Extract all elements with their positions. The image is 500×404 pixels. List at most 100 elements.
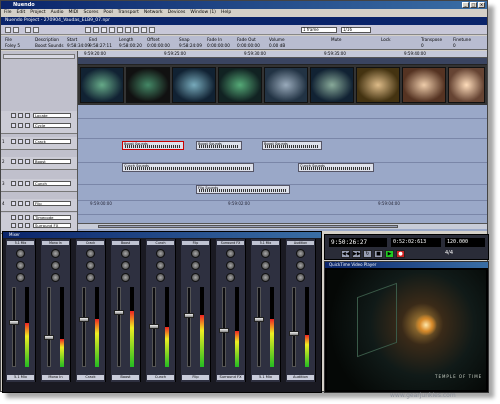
menu-item[interactable]: Project <box>30 9 45 17</box>
fader-cap[interactable] <box>219 328 229 333</box>
fader-cap[interactable] <box>114 310 124 315</box>
play-button[interactable]: ▶ <box>385 250 394 258</box>
forward-button[interactable]: ▶▶ <box>352 250 361 258</box>
track-header[interactable]: Cycle <box>1 121 77 134</box>
audio-clip[interactable]: Flip Sounds <box>196 185 290 194</box>
pan-knob[interactable] <box>191 249 200 258</box>
volume-fader[interactable] <box>184 287 194 367</box>
audio-clip[interactable]: Boost Sounds <box>262 141 322 150</box>
volume-fader[interactable] <box>9 287 19 367</box>
show-infoline-button[interactable] <box>33 27 39 33</box>
solo-button[interactable] <box>18 201 23 206</box>
horizontal-scrollbar[interactable] <box>78 223 487 229</box>
play-tool-icon[interactable] <box>149 27 155 33</box>
pan-knob[interactable] <box>261 261 270 270</box>
mute-button[interactable] <box>11 123 16 128</box>
fader-cap[interactable] <box>149 324 159 329</box>
mute-button[interactable] <box>11 215 16 220</box>
menu-item[interactable]: File <box>4 9 12 17</box>
cycle-button[interactable]: ↻ <box>363 250 372 258</box>
volume-fader[interactable] <box>254 287 264 367</box>
track-name[interactable]: Boost <box>33 159 71 164</box>
pan-knob[interactable] <box>121 273 130 282</box>
pan-knob[interactable] <box>16 273 25 282</box>
minimize-button[interactable]: _ <box>462 2 469 8</box>
video-thumbnail-track[interactable] <box>78 65 487 105</box>
channel-input-select[interactable]: Crack <box>77 241 104 245</box>
track-name[interactable]: Crack <box>33 139 71 144</box>
pan-knob[interactable] <box>51 273 60 282</box>
menu-item[interactable]: Devices <box>168 9 186 17</box>
infoline-value[interactable]: 0:00:00:00 <box>207 43 230 48</box>
record-button[interactable] <box>25 181 30 186</box>
constrain-button[interactable] <box>13 27 19 33</box>
pan-knob[interactable] <box>296 249 305 258</box>
pan-knob[interactable] <box>86 261 95 270</box>
channel-name[interactable]: 5.1 Mix <box>7 375 34 380</box>
track-header[interactable]: 2 Boost <box>1 157 77 170</box>
pan-knob[interactable] <box>156 273 165 282</box>
channel-input-select[interactable]: 5.1 Mix <box>7 241 34 245</box>
pan-knob[interactable] <box>261 273 270 282</box>
menu-item[interactable]: Scores <box>83 9 98 17</box>
fader-cap[interactable] <box>289 331 299 336</box>
mute-button[interactable] <box>11 113 16 118</box>
channel-name[interactable]: Surround FX <box>217 375 244 380</box>
pan-knob[interactable] <box>51 249 60 258</box>
menu-item[interactable]: Audio <box>51 9 64 17</box>
grid-select[interactable]: 1 frame <box>301 27 337 33</box>
pan-knob[interactable] <box>51 261 60 270</box>
rewind-button[interactable]: ◀◀ <box>341 250 350 258</box>
pan-knob[interactable] <box>261 249 270 258</box>
channel-input-select[interactable]: Mono In <box>42 241 69 245</box>
pan-knob[interactable] <box>121 261 130 270</box>
channel-name[interactable]: Audition <box>287 375 314 380</box>
infoline-value[interactable]: 9:58:24:09 <box>179 43 202 48</box>
channel-name[interactable]: Flip <box>182 375 209 380</box>
infoline-value[interactable]: 0.00 dB <box>269 43 285 48</box>
fader-cap[interactable] <box>184 313 194 318</box>
mute-button[interactable] <box>11 181 16 186</box>
pan-knob[interactable] <box>156 249 165 258</box>
pan-knob[interactable] <box>226 273 235 282</box>
scrollbar-thumb[interactable] <box>98 225 398 228</box>
solo-button[interactable] <box>18 139 23 144</box>
pan-knob[interactable] <box>86 273 95 282</box>
audio-clip[interactable]: Boost Sounds <box>196 141 242 150</box>
range-tool-icon[interactable] <box>93 27 99 33</box>
track-name[interactable]: Flip <box>33 201 71 206</box>
infoline-value[interactable]: Boost Sounds <box>35 43 64 48</box>
channel-input-select[interactable]: Flip <box>182 241 209 245</box>
timeline-ruler[interactable]: 9:59:20:00 9:59:25:00 9:59:30:00 9:59:35:00… <box>78 51 487 58</box>
record-button[interactable] <box>25 113 30 118</box>
track-name[interactable]: Cunch <box>33 181 71 186</box>
mute-button[interactable] <box>11 201 16 206</box>
volume-fader[interactable] <box>219 287 229 367</box>
fader-cap[interactable] <box>9 320 19 325</box>
menu-item[interactable]: Network <box>144 9 163 17</box>
mute-button[interactable] <box>11 139 16 144</box>
record-button[interactable] <box>25 215 30 220</box>
volume-fader[interactable] <box>79 287 89 367</box>
infoline-value[interactable]: 0 <box>421 43 424 48</box>
menu-item[interactable]: Transport <box>118 9 139 17</box>
track-name[interactable]: Surround FX <box>33 223 71 228</box>
infoline-value[interactable]: 0 <box>453 43 456 48</box>
record-button[interactable] <box>25 159 30 164</box>
volume-fader[interactable] <box>114 287 124 367</box>
mute-button[interactable] <box>11 159 16 164</box>
channel-name[interactable]: Crack <box>77 375 104 380</box>
solo-button[interactable] <box>18 113 23 118</box>
infoline-value[interactable]: 0:00:00:00 <box>237 43 260 48</box>
pan-knob[interactable] <box>226 249 235 258</box>
pan-knob[interactable] <box>86 249 95 258</box>
pan-knob[interactable] <box>121 249 130 258</box>
channel-name[interactable]: Cunch <box>147 375 174 380</box>
mute-button[interactable] <box>11 223 16 228</box>
quantize-select[interactable]: 1/16 <box>341 27 371 33</box>
mute-tool-icon[interactable] <box>133 27 139 33</box>
channel-input-select[interactable]: Boost <box>112 241 139 245</box>
track-name[interactable]: Locate <box>33 113 71 118</box>
record-button[interactable] <box>25 139 30 144</box>
fader-cap[interactable] <box>79 317 89 322</box>
